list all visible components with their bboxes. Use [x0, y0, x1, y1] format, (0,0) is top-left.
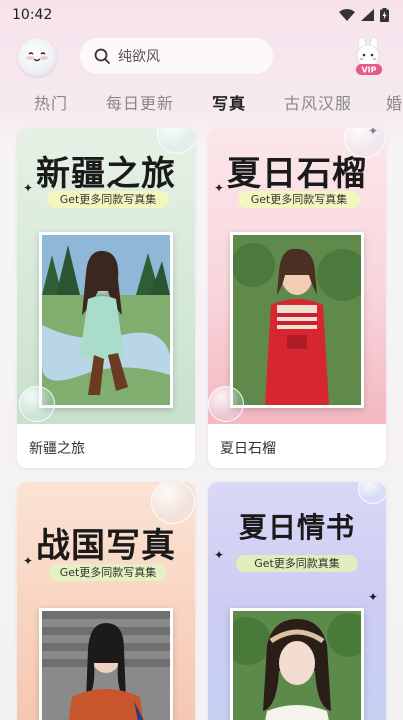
status-time: 10:42 — [12, 7, 53, 23]
search-icon — [94, 48, 110, 64]
poster-title: 夏日情书 — [238, 511, 355, 544]
poster-tagline: Get更多同款写真集 — [49, 564, 167, 581]
top-header: 纯欲风 VIP — [0, 34, 403, 80]
card-poster: 战国写真 Get更多同款写真集 ✦ — [17, 482, 195, 720]
bubble-decoration — [358, 482, 386, 504]
photo-card-summer-letter[interactable]: 夏日情书 Get更多同款真集 ✦ ✦ — [208, 482, 386, 720]
poster-photo — [39, 232, 173, 408]
avatar[interactable] — [18, 38, 56, 76]
sparkle-icon: ✦ — [214, 181, 225, 195]
card-label: 新疆之旅 — [29, 441, 85, 457]
bubble-decoration — [208, 386, 244, 422]
vip-badge[interactable]: VIP — [352, 36, 386, 76]
search-bar[interactable]: 纯欲风 — [80, 38, 273, 74]
sparkle-icon: ✦ — [214, 548, 225, 562]
svg-text:VIP: VIP — [361, 66, 376, 75]
search-placeholder: 纯欲风 — [118, 49, 160, 65]
tab-wedding[interactable]: 婚 — [386, 90, 403, 114]
tab-hot[interactable]: 热门 — [34, 90, 68, 114]
signal-icon — [361, 9, 374, 21]
poster-tagline: Get更多同款写真集 — [238, 191, 360, 208]
bubble-decoration — [19, 386, 55, 422]
photo-card-xinjiang[interactable]: 新疆之旅 Get更多同款写真集 ✦ 新疆之旅 — [17, 128, 195, 468]
card-poster: 新疆之旅 Get更多同款写真集 ✦ — [17, 128, 195, 424]
bubble-decoration — [151, 482, 195, 524]
poster-tagline: Get更多同款写真集 — [47, 191, 169, 208]
sparkle-icon: ✦ — [368, 590, 379, 604]
sparkle-icon: ✦ — [23, 181, 34, 195]
poster-tagline: Get更多同款真集 — [236, 555, 358, 572]
status-bar: 10:42 — [0, 0, 403, 30]
card-label: 夏日石榴 — [220, 441, 276, 457]
photo-card-pomegranate[interactable]: 夏日石榴 Get更多同款写真集 ✦ ✦ 夏日石榴 — [208, 128, 386, 468]
poster-title: 新疆之旅 — [36, 154, 176, 194]
battery-icon — [380, 8, 389, 22]
poster-photo — [39, 608, 173, 720]
wifi-icon — [339, 9, 355, 21]
vip-icon: VIP — [356, 36, 382, 75]
smiley-face-icon — [26, 52, 48, 62]
category-tabs: 热门 每日更新 写真 古风汉服 婚 — [0, 90, 403, 126]
sparkle-icon: ✦ — [23, 554, 34, 568]
poster-title: 战国写真 — [36, 526, 176, 566]
tab-daily-update[interactable]: 每日更新 — [106, 90, 174, 114]
card-poster: 夏日石榴 Get更多同款写真集 ✦ ✦ — [208, 128, 386, 424]
status-icons — [339, 8, 389, 22]
tab-ancient-hanfu[interactable]: 古风汉服 — [284, 90, 352, 114]
poster-photo — [230, 608, 364, 720]
tab-portrait[interactable]: 写真 — [212, 90, 246, 114]
poster-photo — [230, 232, 364, 408]
card-poster: 夏日情书 Get更多同款真集 ✦ ✦ — [208, 482, 386, 720]
photo-card-warring-states[interactable]: 战国写真 Get更多同款写真集 ✦ — [17, 482, 195, 720]
